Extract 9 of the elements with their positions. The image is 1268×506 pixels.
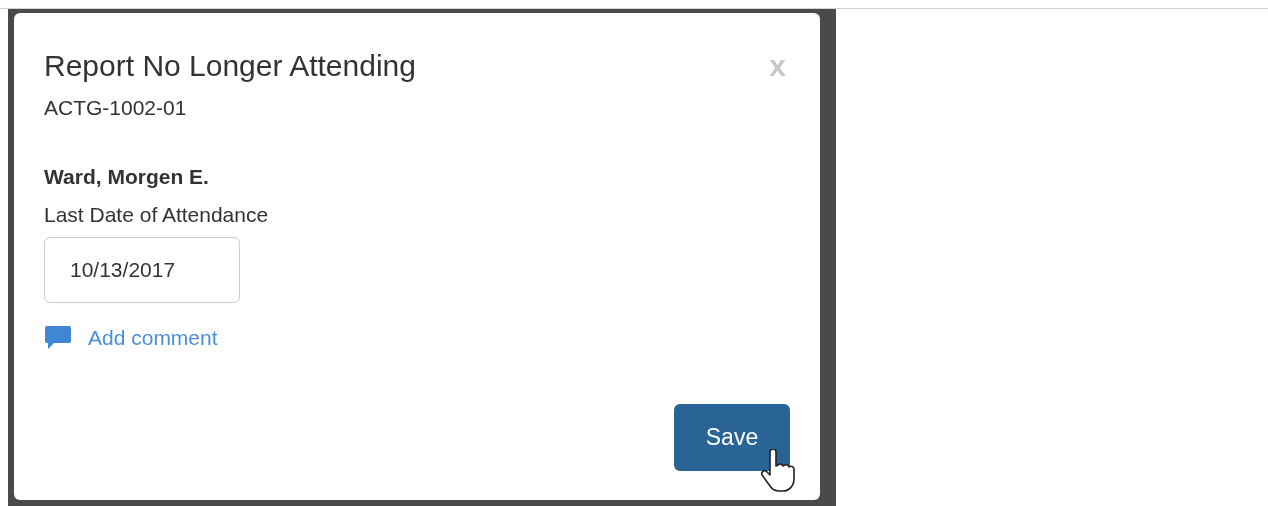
- save-button[interactable]: Save: [674, 404, 790, 471]
- student-name: Ward, Morgen E.: [44, 164, 210, 190]
- course-code: ACTG-1002-01: [44, 95, 188, 121]
- add-comment-link[interactable]: Add comment: [44, 325, 218, 351]
- speech-bubble-icon: [44, 325, 72, 351]
- field-label: Last Date of Attendance: [44, 202, 270, 228]
- date-input-field[interactable]: 10/13/2017: [44, 237, 240, 303]
- hand-cursor-icon: [760, 449, 796, 493]
- dialog-title: Report No Longer Attending: [44, 48, 416, 84]
